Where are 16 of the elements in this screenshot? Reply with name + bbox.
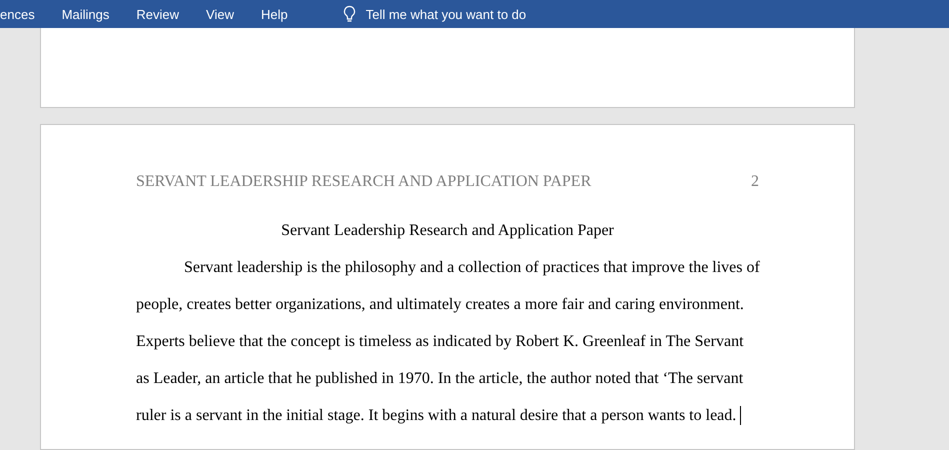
- text-cursor: [740, 406, 742, 425]
- ribbon-tab[interactable]: Review: [136, 3, 180, 25]
- ribbon-tab[interactable]: View: [206, 3, 234, 25]
- paragraph-line: ruler is a servant in the initial stage. It begins with a natural desire that a person wants to lead.: [136, 406, 736, 426]
- paragraph-line: people, creates better organizations, and ultimately creates a more fair and caring environment.: [136, 295, 744, 315]
- page-number: 2: [751, 172, 759, 192]
- tell-me-field[interactable]: Tell me what you want to do: [342, 5, 566, 23]
- paragraph-line: Servant leadership is the philosophy and a collection of practices that improve the lives of: [184, 258, 760, 278]
- ribbon-tab[interactable]: Help: [260, 3, 288, 25]
- paragraph-line: as Leader, an article that he published in 1970. In the article, the author noted that ‘The servant: [136, 369, 744, 389]
- header-title: SERVANT LEADERSHIP RESEARCH AND APPLICATION PAPER: [136, 172, 592, 192]
- paragraph-line: Experts believe that the concept is timeless as indicated by Robert K. Greenleaf in The Servant: [136, 332, 744, 352]
- document-title: Servant Leadership Research and Application Paper: [281, 222, 614, 239]
- ribbon-tab[interactable]: Mailings: [62, 3, 110, 25]
- ribbon-tab[interactable]: ences: [0, 3, 35, 25]
- lightbulb-icon: [342, 5, 357, 23]
